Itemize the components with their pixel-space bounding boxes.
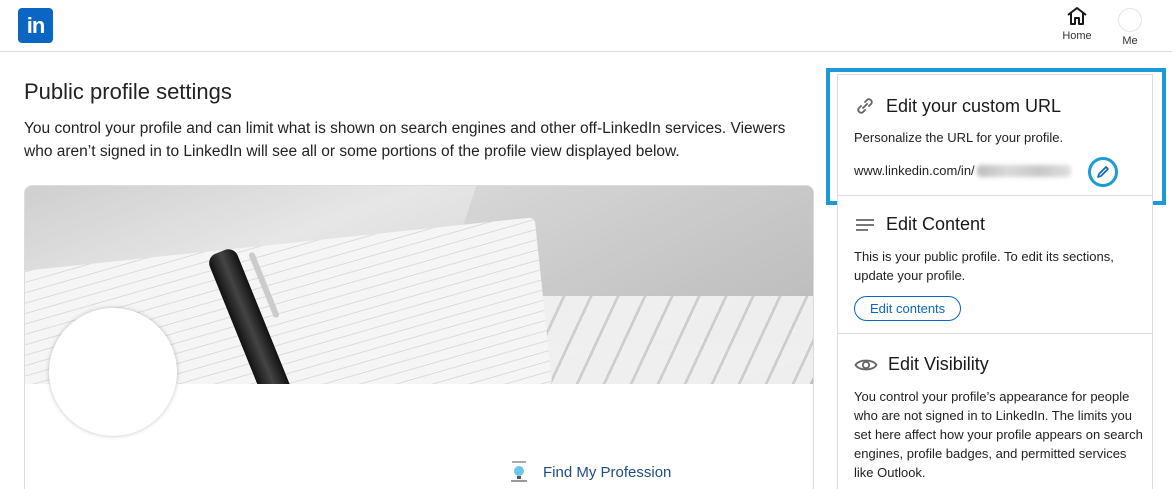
edit-content-heading: Edit Content — [854, 214, 985, 235]
edit-visibility-card: Edit Visibility You control your profile… — [837, 334, 1153, 489]
company-link[interactable]: Find My Profession — [507, 460, 671, 484]
edit-visibility-text: You control your profile’s appearance fo… — [854, 389, 1143, 480]
page-description: You control your profile and can limit w… — [24, 120, 786, 160]
eye-icon — [854, 359, 878, 370]
edit-content-heading-text: Edit Content — [886, 214, 986, 234]
nav-me-label: Me — [1122, 35, 1138, 47]
home-icon — [1067, 7, 1087, 25]
linkedin-logo[interactable]: in — [18, 8, 53, 43]
company-name: Find My Profession — [543, 463, 672, 481]
edit-visibility-heading: Edit Visibility — [854, 354, 989, 375]
edit-content-text: This is your public profile. To edit its… — [854, 249, 1114, 283]
edit-content-card: Edit Content This is your public profile… — [837, 196, 1153, 334]
nav-home-label: Home — [1062, 30, 1092, 42]
company-logo-icon — [507, 460, 531, 484]
highlight-box — [826, 68, 1166, 205]
nav-home[interactable]: Home — [1049, 6, 1105, 42]
edit-contents-button[interactable]: Edit contents — [854, 296, 962, 321]
profile-preview-card: Find My Profession — [24, 185, 814, 489]
top-navigation: in Home Me — [0, 0, 1172, 52]
me-avatar — [1118, 8, 1142, 32]
lines-icon — [856, 218, 874, 231]
nav-me[interactable]: Me — [1102, 6, 1158, 47]
page-title: Public profile settings — [24, 79, 232, 104]
profile-avatar — [49, 308, 177, 436]
edit-visibility-heading-text: Edit Visibility — [888, 354, 989, 374]
